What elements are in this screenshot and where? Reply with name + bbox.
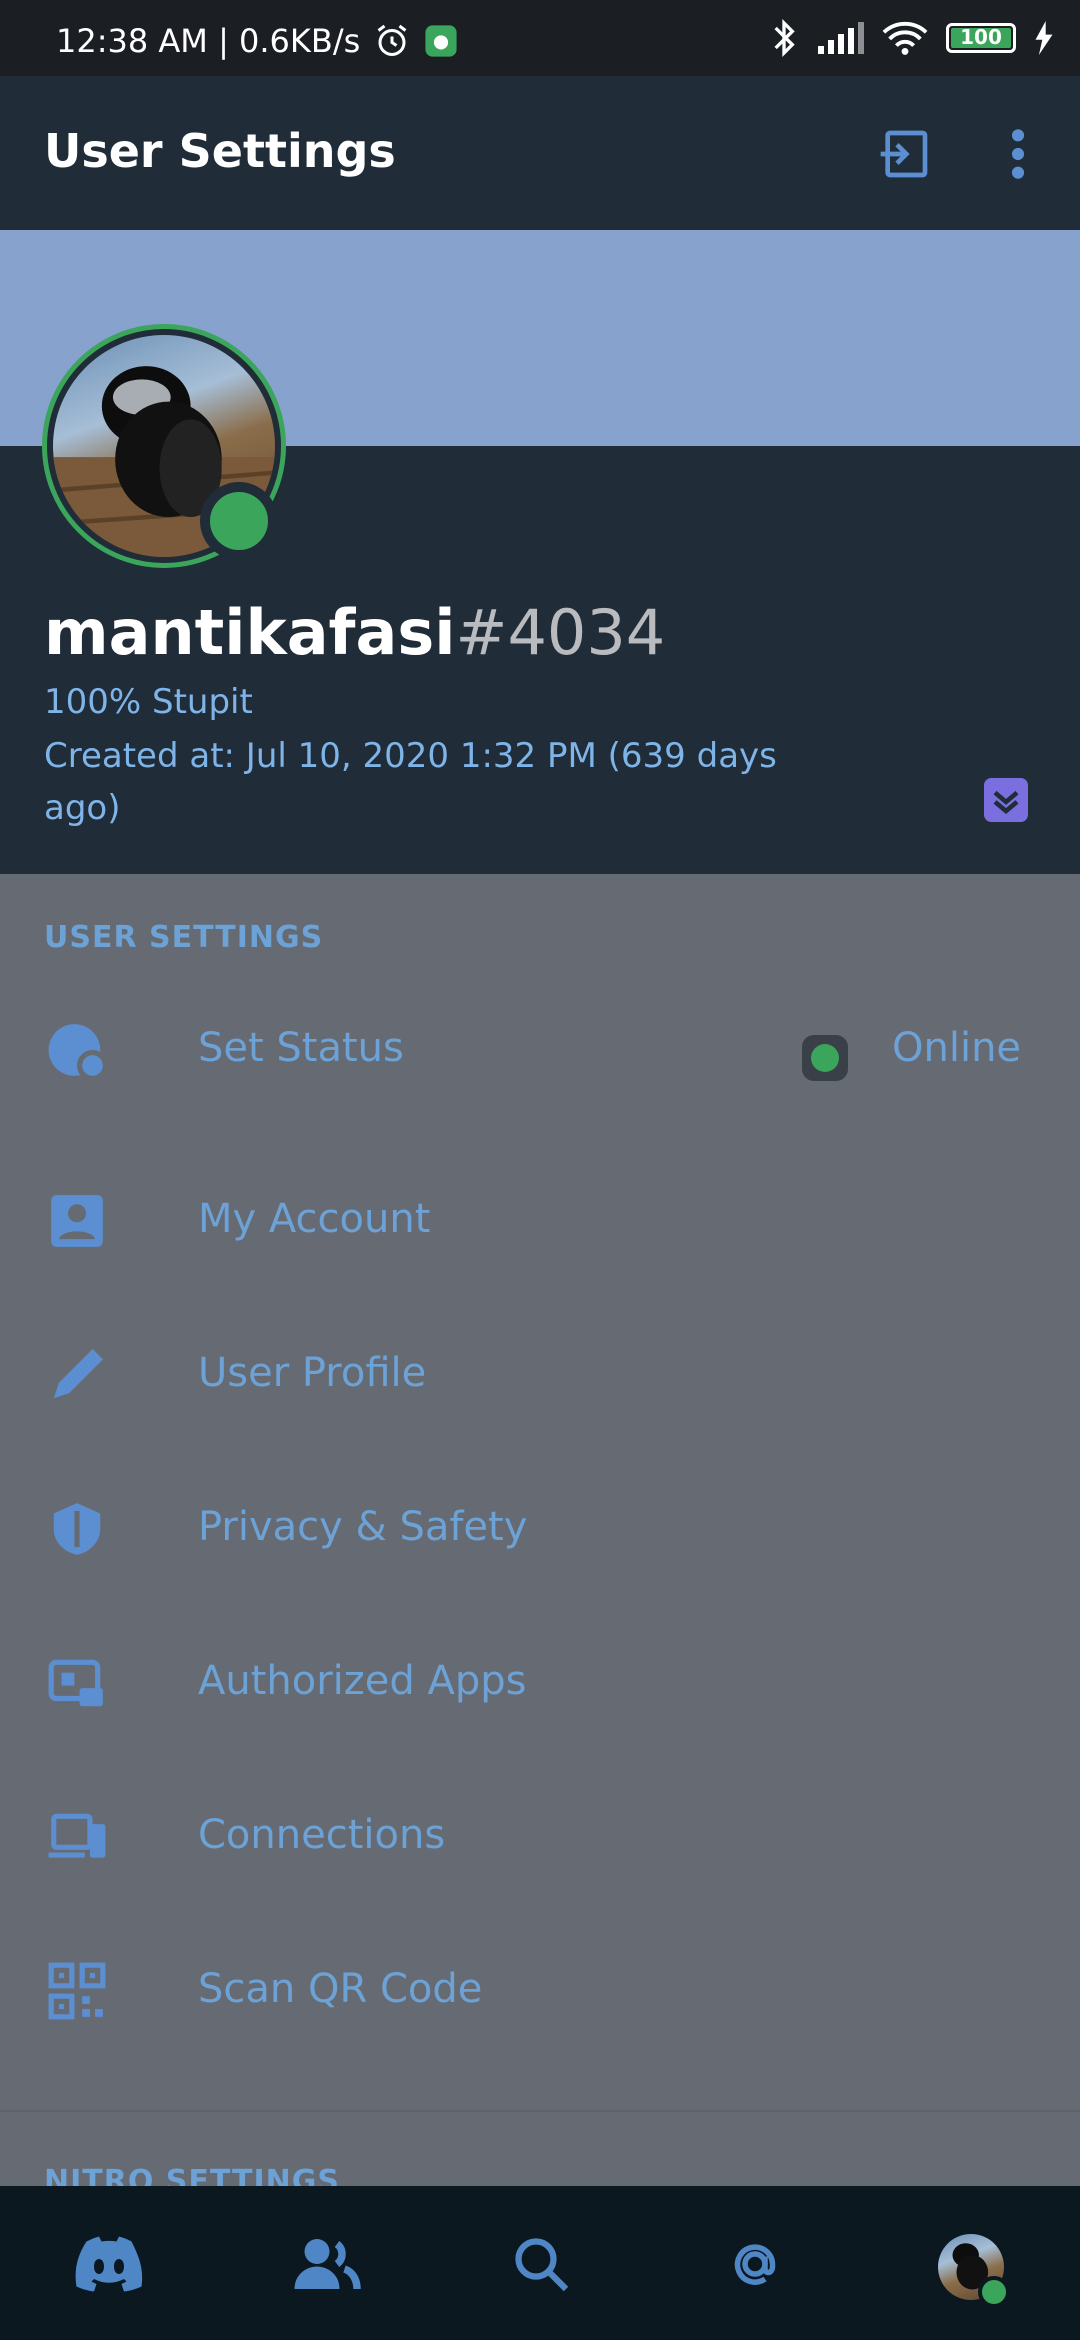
more-options-icon[interactable] [1004, 126, 1032, 182]
account-created-line2: ago) [44, 788, 121, 828]
logout-icon[interactable] [876, 126, 932, 182]
bottom-navigation [0, 2186, 1080, 2340]
settings-item-label: Set Status [198, 1025, 404, 1071]
app-header: User Settings [0, 76, 1080, 230]
pencil-icon [53, 1349, 103, 1399]
friends-icon[interactable] [292, 2234, 362, 2294]
profile-username: mantikafasi#4034 [44, 596, 665, 669]
settings-item-label: Privacy & Safety [198, 1504, 528, 1550]
settings-item-label: Scan QR Code [198, 1966, 483, 2012]
status-time-speed: 12:38 AM | 0.6KB/s [56, 22, 361, 60]
signal-icon [818, 22, 864, 54]
nav-online-dot [978, 2276, 1010, 2308]
status-right: 100 [770, 18, 1054, 58]
settings-item-label: Authorized Apps [198, 1658, 527, 1704]
username-text: mantikafasi [44, 596, 456, 669]
system-status-bar: 12:38 AM | 0.6KB/s 100 [0, 0, 1080, 76]
shield-icon [53, 1503, 101, 1555]
settings-item-scan-qr[interactable]: Scan QR Code [0, 1914, 1080, 2068]
battery-icon: 100 [946, 23, 1016, 53]
devices-icon [48, 1813, 106, 1858]
qr-icon [48, 1962, 106, 2020]
app-notification-icon [425, 25, 457, 57]
online-status-indicator [200, 482, 278, 560]
settings-list: USER SETTINGS Set Status Online My Accou… [0, 874, 1080, 2199]
settings-item-set-status[interactable]: Set Status Online [0, 888, 1080, 1081]
online-dot [811, 1044, 839, 1072]
online-status-square [802, 1035, 848, 1081]
battery-level: 100 [960, 25, 1002, 49]
search-icon[interactable] [506, 2234, 576, 2294]
settings-item-label: User Profile [198, 1350, 427, 1396]
alarm-icon [377, 24, 407, 56]
settings-item-my-account[interactable]: My Account [0, 1144, 1080, 1298]
username-discriminator: #4034 [455, 596, 666, 669]
section-divider [0, 2110, 1080, 2112]
bluetooth-icon [774, 18, 795, 58]
settings-item-user-profile[interactable]: User Profile [0, 1298, 1080, 1452]
settings-item-label: My Account [198, 1196, 431, 1242]
charging-icon [1035, 21, 1053, 55]
settings-item-connections[interactable]: Connections [0, 1760, 1080, 1914]
current-status-value: Online [892, 1025, 1022, 1071]
account-icon [51, 1195, 103, 1247]
custom-status: 100% Stupit [44, 682, 253, 722]
mentions-icon[interactable] [720, 2234, 790, 2294]
account-created-line1: Created at: Jul 10, 2020 1:32 PM (639 da… [44, 736, 777, 776]
apps-icon [48, 1659, 103, 1707]
wifi-icon [882, 22, 928, 55]
expand-chevron-icon[interactable] [984, 778, 1028, 822]
settings-item-privacy-safety[interactable]: Privacy & Safety [0, 1452, 1080, 1606]
discord-icon[interactable] [74, 2234, 144, 2294]
settings-item-label: Connections [198, 1812, 446, 1858]
settings-item-authorized-apps[interactable]: Authorized Apps [0, 1606, 1080, 1760]
account-created: Created at: Jul 10, 2020 1:32 PM (639 da… [44, 730, 784, 834]
status-left: 12:38 AM | 0.6KB/s [56, 22, 458, 60]
page-title: User Settings [44, 124, 396, 178]
status-icon [48, 1024, 108, 1081]
